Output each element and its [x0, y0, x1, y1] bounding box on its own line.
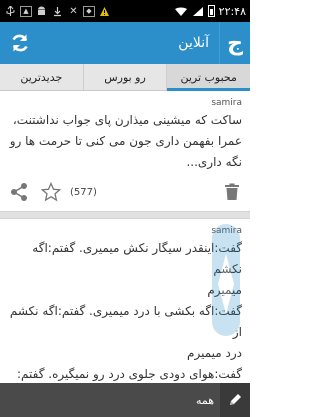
post-actions: (577) — [8, 173, 242, 211]
notification-icons: ▲ ✕ ◆ — [0, 5, 111, 17]
post-line: ساکت که میشینی میذارن پای جواب نداشتنت، — [12, 113, 242, 127]
app-logo[interactable]: ج — [219, 22, 250, 64]
pencil-icon — [230, 394, 241, 405]
tab-most-popular[interactable]: محبوب ترین — [166, 64, 251, 91]
android-icon — [35, 5, 48, 17]
share-icon[interactable] — [8, 181, 30, 203]
status-bar: ▲ ✕ ◆ ۲۲:۴۸ — [0, 0, 250, 22]
post-line: عمرا بفهمن داری جون می کنی تا حرمت ها رو — [9, 134, 242, 148]
post-line: نگه داری... — [186, 155, 242, 169]
post-text: ساکت که میشینی میذارن پای جواب نداشتنت، … — [8, 110, 242, 173]
bag-icon: ◆ — [83, 5, 95, 17]
wifi-icon — [174, 2, 188, 21]
like-count: (577) — [70, 186, 97, 198]
post-text: گفت:اینقدر سیگار نکش میمیری. گفتم:اگه نک… — [8, 238, 242, 383]
tab-newest-label: جدیدترین — [20, 70, 63, 84]
post-line: گفت:اینقدر سیگار نکش میمیری. گفتم:اگه نک… — [32, 241, 242, 276]
screen-title: آنلاین — [178, 35, 209, 51]
post-line: درد میمیرم — [187, 346, 242, 360]
post-line: میمیرم — [8, 280, 242, 301]
tab-most-popular-label: محبوب ترین — [180, 70, 237, 84]
refresh-icon — [12, 34, 28, 52]
usb-icon — [4, 5, 17, 17]
compose-button[interactable] — [220, 383, 250, 417]
tab-bar: جدیدترین رو بورس محبوب ترین — [0, 64, 251, 91]
signal-icon — [192, 2, 204, 21]
post-author[interactable]: samira — [8, 91, 242, 108]
refresh-button[interactable] — [0, 22, 40, 64]
battery-icon — [207, 5, 215, 17]
post-card: samira ساکت که میشینی میذارن پای جواب ند… — [0, 91, 250, 211]
tab-trending-label: رو بورس — [104, 70, 146, 84]
clock: ۲۲:۴۸ — [218, 4, 246, 18]
tab-trending[interactable]: رو بورس — [82, 64, 167, 90]
trash-icon[interactable] — [222, 181, 242, 203]
image-icon: ▲ — [20, 5, 32, 17]
tab-newest[interactable]: جدیدترین — [0, 64, 83, 90]
action-bar: آنلاین ج — [0, 22, 250, 64]
download-icon — [51, 5, 64, 17]
post-line: گفت:اگه بکشی با درد میمیری. گفتم:اگه نکش… — [9, 304, 242, 339]
warning-icon — [98, 5, 111, 17]
post-divider — [0, 211, 250, 219]
star-icon[interactable] — [40, 181, 62, 203]
all-filter-label[interactable]: همه — [196, 394, 214, 407]
post-line: گفت:هوای دودی جلوی درد رو نمیگیره. گفتم: — [17, 367, 242, 381]
watermark-logo — [212, 224, 240, 336]
post-author[interactable]: samira — [8, 219, 242, 236]
tools-icon: ✕ — [69, 5, 78, 17]
bottom-bar: همه — [0, 383, 250, 417]
